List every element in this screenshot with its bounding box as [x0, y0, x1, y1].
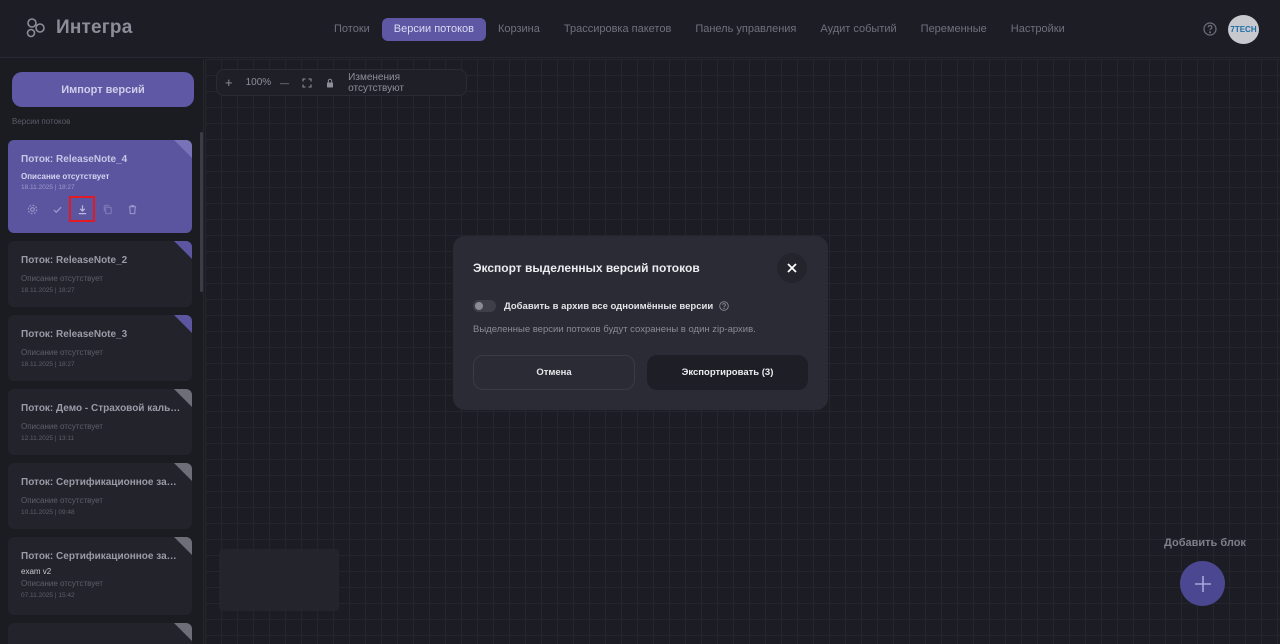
minimap[interactable]: [219, 549, 339, 611]
canvas-toolbar: + 100% — Изменения отсутствуют: [216, 69, 467, 96]
main-nav: Потоки Версии потоков Корзина Трассировк…: [322, 18, 1077, 41]
copy-icon[interactable]: [100, 202, 114, 216]
nav-item-flows[interactable]: Потоки: [322, 18, 382, 41]
card-date: 18.11.2025 | 18:27: [21, 361, 75, 368]
toggle-row: Добавить в архив все одноимённые версии: [473, 300, 729, 312]
app-name: Интегра: [56, 17, 133, 38]
card-date: 07.11.2025 | 15:42: [21, 592, 75, 599]
nav-item-dashboard[interactable]: Панель управления: [683, 18, 808, 41]
app-logo[interactable]: Интегра: [24, 14, 133, 42]
nav-item-variables[interactable]: Переменные: [909, 18, 999, 41]
settings-icon[interactable]: [25, 202, 39, 216]
card-title: Поток: ReleaseNote_2: [21, 255, 128, 266]
export-modal: Экспорт выделенных версий потоков Добави…: [453, 236, 828, 410]
close-button[interactable]: [777, 253, 807, 283]
version-card[interactable]: Поток: Демо - Страховой калькулятор Опис…: [8, 389, 192, 455]
version-card[interactable]: Поток: ReleaseNote_4 Описание отсутствуе…: [8, 140, 192, 233]
add-block-button[interactable]: [1180, 561, 1225, 606]
export-button[interactable]: Экспортировать (3): [647, 355, 808, 390]
version-card[interactable]: Поток: ReleaseNote_3 Описание отсутствуе…: [8, 315, 192, 381]
version-card[interactable]: Поток: Сертификационное задание exam v2 …: [8, 537, 192, 615]
modal-description: Выделенные версии потоков будут сохранен…: [473, 324, 756, 335]
cancel-button[interactable]: Отмена: [473, 355, 635, 390]
zoom-in-button[interactable]: +: [225, 75, 233, 90]
card-description: Описание отсутствует: [21, 579, 103, 588]
card-title: Поток: Сертификационное задание: [21, 477, 181, 488]
top-header: Интегра Потоки Версии потоков Корзина Тр…: [0, 0, 1280, 58]
card-date: 12.11.2025 | 13:11: [21, 435, 75, 442]
card-description: Описание отсутствует: [21, 274, 103, 283]
fit-view-icon[interactable]: [302, 77, 312, 88]
nav-item-settings[interactable]: Настройки: [999, 18, 1077, 41]
card-description: Описание отсутствует: [21, 348, 103, 357]
card-description: Описание отсутствует: [21, 496, 103, 505]
close-icon: [787, 263, 797, 273]
card-actions: [25, 196, 150, 222]
card-description: Описание отсутствует: [21, 422, 103, 431]
card-date: 18.11.2025 | 18:27: [21, 287, 75, 294]
versions-sidebar: Импорт версий Версии потоков Поток: Rele…: [0, 59, 204, 644]
version-card[interactable]: Поток: Сертификационное задание Описание…: [8, 463, 192, 529]
zoom-out-button[interactable]: —: [280, 78, 289, 88]
same-name-versions-toggle[interactable]: [473, 300, 496, 312]
download-icon[interactable]: [69, 196, 95, 222]
zoom-level: 100%: [245, 77, 272, 88]
card-date: 10.11.2025 | 09:48: [21, 509, 75, 516]
lock-icon[interactable]: [325, 78, 335, 88]
nav-item-flow-versions[interactable]: Версии потоков: [381, 18, 486, 41]
check-icon[interactable]: [50, 202, 64, 216]
card-corner: [174, 623, 192, 641]
nav-item-packet-tracing[interactable]: Трассировка пакетов: [552, 18, 683, 41]
trash-icon[interactable]: [125, 202, 139, 216]
version-card[interactable]: [8, 623, 192, 644]
help-icon[interactable]: [719, 301, 729, 311]
card-title: Поток: ReleaseNote_3: [21, 329, 128, 340]
card-subtitle: exam v2: [21, 567, 52, 576]
user-avatar[interactable]: 7TECH: [1228, 15, 1259, 44]
card-date: 18.11.2025 | 18:27: [21, 184, 75, 191]
nav-item-event-audit[interactable]: Аудит событий: [808, 18, 908, 41]
logo-icon: [26, 18, 45, 38]
toggle-label: Добавить в архив все одноимённые версии: [504, 300, 714, 312]
add-block-label: Добавить блок: [1164, 537, 1246, 549]
plus-icon: [1194, 575, 1211, 592]
help-icon[interactable]: [1203, 22, 1217, 36]
changes-status: Изменения отсутствуют: [348, 71, 404, 94]
modal-title: Экспорт выделенных версий потоков: [473, 261, 700, 275]
card-title: Поток: Сертификационное задание: [21, 551, 181, 562]
card-description: Описание отсутствует: [21, 172, 110, 181]
version-card[interactable]: Поток: ReleaseNote_2 Описание отсутствуе…: [8, 241, 192, 307]
card-title: Поток: ReleaseNote_4: [21, 154, 128, 165]
nav-item-trash[interactable]: Корзина: [486, 18, 552, 41]
sidebar-scrollbar[interactable]: [200, 132, 203, 292]
import-versions-button[interactable]: Импорт версий: [12, 72, 194, 107]
section-label: Версии потоков: [12, 117, 71, 126]
card-title: Поток: Демо - Страховой калькулятор: [21, 403, 181, 414]
